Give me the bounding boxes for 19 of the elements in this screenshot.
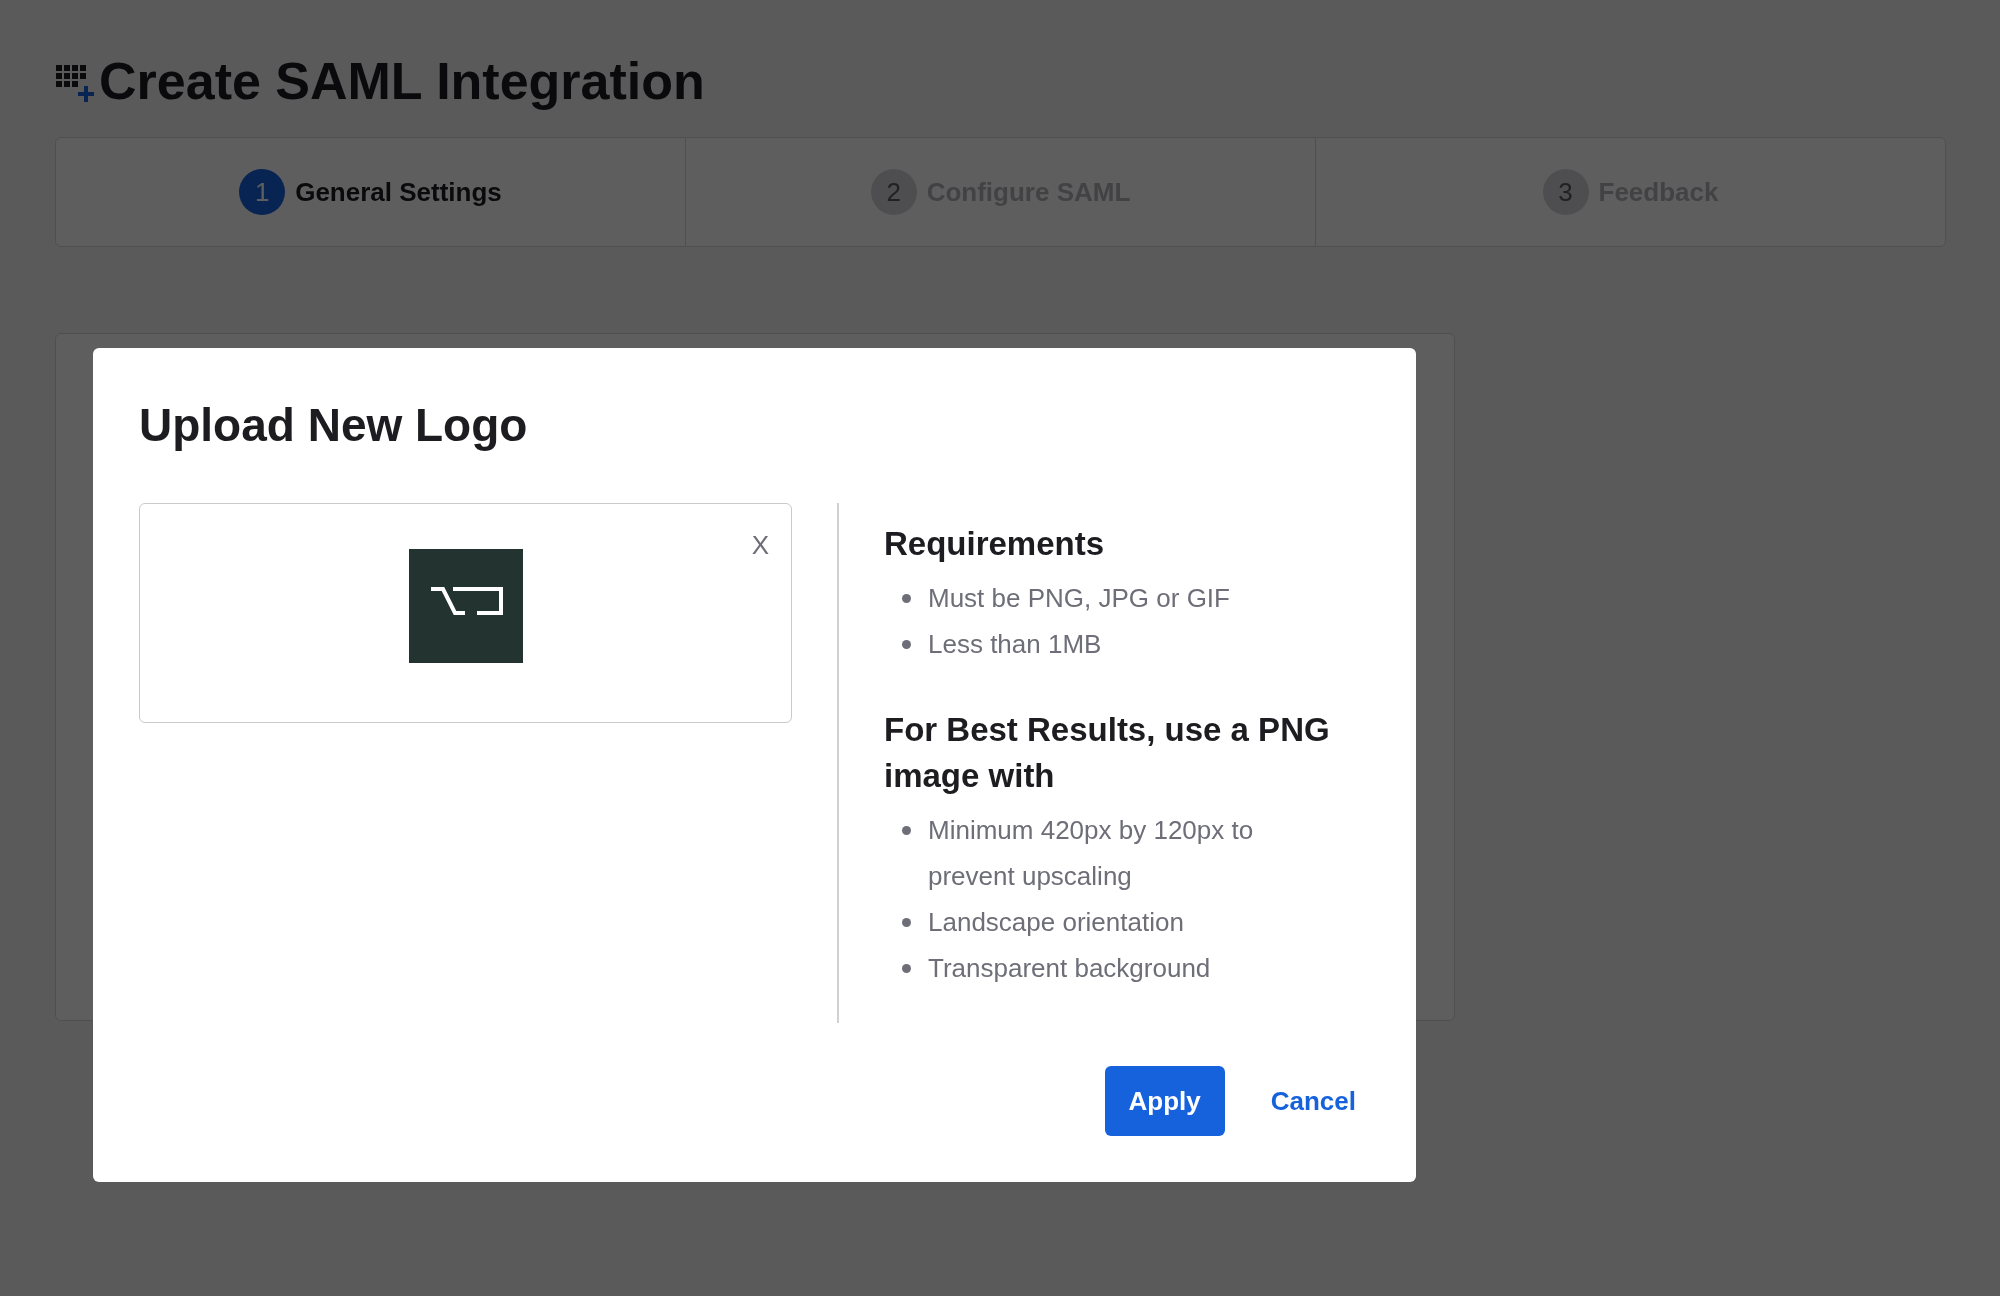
apply-button[interactable]: Apply: [1104, 1066, 1225, 1136]
step-label[interactable]: General Settings: [295, 172, 502, 212]
section-heading: Requirements: [884, 524, 1106, 565]
requirement-item: Transparent background: [928, 952, 1211, 986]
requirement-item: Less than 1MB: [928, 628, 1102, 662]
cancel-link[interactable]: Cancel: [1270, 1081, 1356, 1121]
bullet-icon: [902, 826, 911, 836]
requirement-item: Must be PNG, JPG or GIF: [928, 582, 1230, 616]
section-heading: For Best Results, use a PNG image with: [884, 710, 1331, 797]
close-button[interactable]: X: [751, 532, 769, 559]
modal-title: Upload New Logo: [139, 398, 529, 453]
requirement-item: Minimum 420px by 120px to prevent upscaling: [928, 814, 1255, 894]
bullet-icon: [902, 964, 911, 974]
bullet-icon: [902, 594, 911, 604]
page-title: Create SAML Integration: [99, 51, 705, 112]
bullet-icon: [902, 640, 911, 650]
bullet-icon: [902, 918, 911, 928]
requirement-item: Landscape orientation: [928, 906, 1184, 940]
step-number: 1: [239, 169, 286, 216]
